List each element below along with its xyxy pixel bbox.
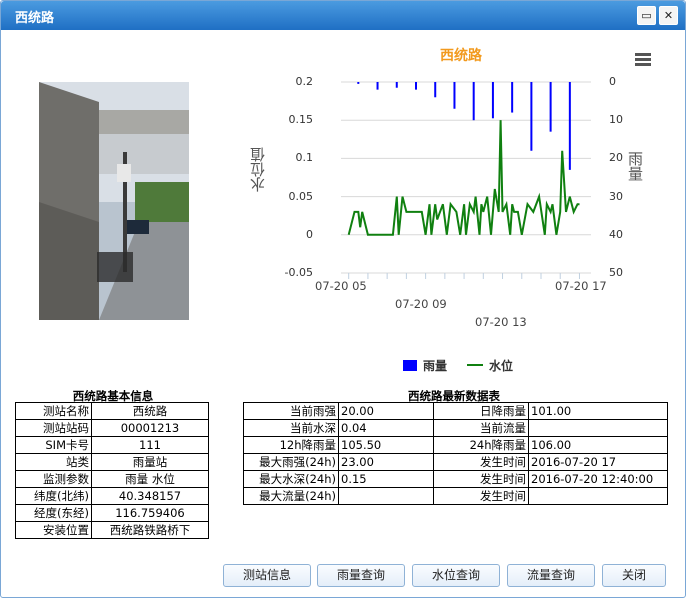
rain-bar[interactable] [434, 82, 437, 98]
rain-bar[interactable] [568, 82, 571, 170]
table-row: 纬度(北纬) 40.348157 [15, 487, 209, 505]
legend-rain-swatch [403, 360, 417, 371]
latest-key: 最大流量(24h) [243, 487, 339, 505]
latest-key: 最大雨强(24h) [243, 453, 339, 471]
latest-key: 当前水深 [243, 419, 339, 437]
table-row: 12h降雨量 105.50 24h降雨量 106.00 [243, 436, 668, 454]
flow-query-button[interactable]: 流量查询 [507, 564, 595, 587]
latest-key: 当前流量 [433, 419, 529, 437]
latest-value: 2016-07-20 12:40:00 [528, 470, 668, 488]
table-row: 最大流量(24h) 发生时间 [243, 487, 668, 505]
latest-value: 23.00 [338, 453, 434, 471]
latest-key: 日降雨量 [433, 402, 529, 420]
latest-key: 发生时间 [433, 453, 529, 471]
latest-key: 12h降雨量 [243, 436, 339, 454]
latest-key: 发生时间 [433, 487, 529, 505]
info-value: 40.348157 [91, 487, 209, 505]
table-row: 测站站码 00001213 [15, 419, 209, 437]
table-row: 监测参数 雨量 水位 [15, 470, 209, 488]
info-value: 116.759406 [91, 504, 209, 522]
legend-rain[interactable]: 雨量 [403, 357, 447, 374]
table-row: 安装位置 西统路铁路桥下 [15, 521, 209, 539]
maximize-button[interactable]: ▭ [637, 6, 656, 25]
table-row: 当前水深 0.04 当前流量 [243, 419, 668, 437]
title-bar[interactable]: 西统路 ▭ ✕ [1, 1, 685, 30]
legend-water-swatch [467, 364, 483, 366]
latest-value: 0.04 [338, 419, 434, 437]
rain-bar[interactable] [415, 82, 417, 90]
latest-value: 0.15 [338, 470, 434, 488]
latest-value: 101.00 [528, 402, 668, 420]
info-key: 测站站码 [15, 419, 92, 437]
info-value: 111 [91, 436, 209, 454]
water-level-query-button[interactable]: 水位查询 [412, 564, 500, 587]
latest-value: 105.50 [338, 436, 434, 454]
latest-key: 发生时间 [433, 470, 529, 488]
legend-water[interactable]: 水位 [467, 357, 513, 374]
latest-value: 106.00 [528, 436, 668, 454]
info-value: 西统路铁路桥下 [91, 521, 209, 539]
close-window-button[interactable]: ✕ [659, 6, 678, 25]
table-row: 经度(东经) 116.759406 [15, 504, 209, 522]
table-row: 最大雨强(24h) 23.00 发生时间 2016-07-20 17 [243, 453, 668, 471]
rain-bar[interactable] [549, 82, 552, 132]
rain-query-button[interactable]: 雨量查询 [317, 564, 405, 587]
rain-water-chart: 西统路 水位值 雨量 0.2 0.15 0.1 0.05 0 -0.05 0 10 20 30 4… [249, 39, 671, 379]
latest-key: 24h降雨量 [433, 436, 529, 454]
close-button[interactable]: 关闭 [602, 564, 666, 587]
window-title: 西统路 [15, 11, 55, 26]
rain-bar[interactable] [530, 82, 533, 151]
chart-plot [341, 81, 591, 279]
rain-bar[interactable] [376, 82, 379, 90]
latest-data-table: 当前雨强 20.00 日降雨量 101.00 当前水深 0.04 当前流量 12h降雨量 105… [243, 402, 668, 505]
rain-bar[interactable] [453, 82, 456, 109]
info-key: 测站名称 [15, 402, 92, 420]
station-photo [39, 82, 189, 320]
info-value: 雨量站 [91, 453, 209, 471]
legend-rain-label: 雨量 [423, 359, 448, 373]
info-value: 西统路 [91, 402, 209, 420]
rain-bar[interactable] [395, 82, 398, 88]
latest-value [528, 419, 668, 437]
table-row: 测站名称 西统路 [15, 402, 209, 420]
table-row: 最大水深(24h) 0.15 发生时间 2016-07-20 12:40:00 [243, 470, 668, 488]
rain-bar[interactable] [357, 82, 360, 84]
info-key: 监测参数 [15, 470, 92, 488]
latest-value [338, 487, 434, 505]
latest-key: 最大水深(24h) [243, 470, 339, 488]
table-row: SIM卡号 111 [15, 436, 209, 454]
station-info-button[interactable]: 测站信息 [223, 564, 311, 587]
table-row: 当前雨强 20.00 日降雨量 101.00 [243, 402, 668, 420]
info-key: 安装位置 [15, 521, 92, 539]
rain-bar[interactable] [491, 82, 494, 119]
rain-bar[interactable] [472, 82, 475, 121]
info-key: SIM卡号 [15, 436, 92, 454]
latest-value: 20.00 [338, 402, 434, 420]
legend-water-label: 水位 [489, 359, 514, 373]
info-value: 00001213 [91, 419, 209, 437]
station-dialog: 西统路 ▭ ✕ 西统路 水位值 雨量 0.2 0.15 0.1 0.05 0 -0.05 … [0, 0, 686, 598]
latest-value [528, 487, 668, 505]
water-level-line[interactable] [347, 120, 580, 236]
latest-value: 2016-07-20 17 [528, 453, 668, 471]
basic-info-table: 测站名称 西统路 测站站码 00001213 SIM卡号 111 站类 雨量站 监测参数 雨量 水… [15, 402, 209, 539]
rain-bar[interactable] [511, 82, 514, 113]
info-value: 雨量 水位 [91, 470, 209, 488]
info-key: 经度(东经) [15, 504, 92, 522]
latest-key: 当前雨强 [243, 402, 339, 420]
info-key: 站类 [15, 453, 92, 471]
table-row: 站类 雨量站 [15, 453, 209, 471]
info-key: 纬度(北纬) [15, 487, 92, 505]
